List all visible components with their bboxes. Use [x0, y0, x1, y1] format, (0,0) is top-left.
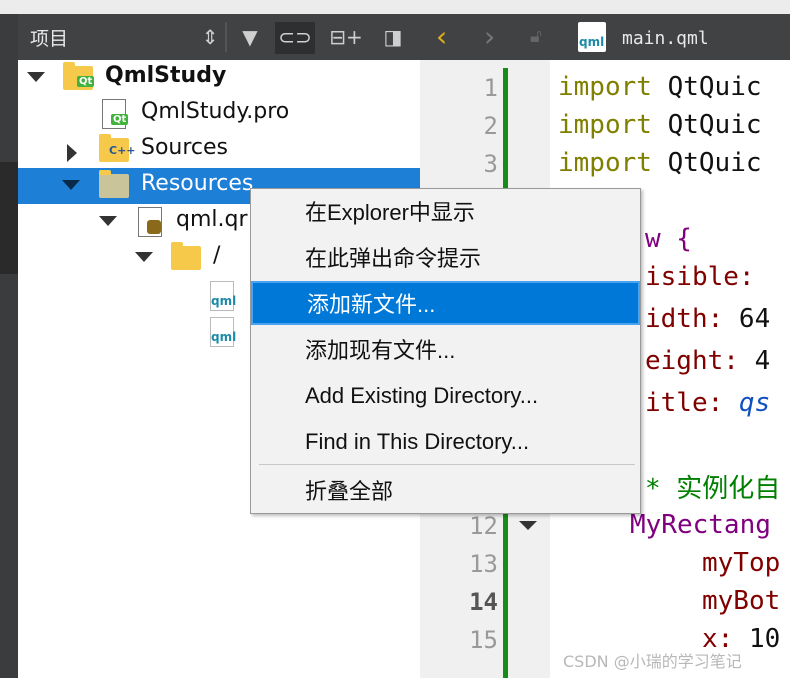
- expand-arrow-icon[interactable]: [99, 216, 117, 226]
- file-name[interactable]: main.qml: [622, 28, 709, 49]
- filter-icon[interactable]: ▼: [230, 22, 270, 54]
- divider: [225, 22, 227, 52]
- qt-project-folder-icon: Qt: [63, 62, 95, 90]
- expand-arrow-icon[interactable]: [27, 72, 45, 82]
- tree-item-label: qml.qr: [176, 207, 248, 232]
- line-number: 1: [483, 74, 498, 102]
- watermark: CSDN @小瑞的学习笔记: [563, 652, 742, 671]
- sort-updown-icon[interactable]: ⇕: [190, 22, 230, 54]
- menu-separator: [259, 464, 635, 465]
- expand-arrow-icon[interactable]: [62, 180, 80, 190]
- mode-sidebar-active[interactable]: [0, 162, 18, 274]
- qml-file-icon: qml: [578, 22, 606, 52]
- line-number: 2: [483, 112, 498, 140]
- code-line: import QtQuic: [558, 148, 762, 178]
- qrc-file-icon: [138, 207, 162, 237]
- menu-item-find-in-directory[interactable]: Find in This Directory...: [251, 420, 640, 464]
- context-menu: 在Explorer中显示 在此弹出命令提示 添加新文件... 添加现有文件...…: [250, 188, 641, 514]
- line-number-current: 14: [469, 588, 498, 616]
- mode-sidebar: [0, 14, 18, 678]
- code-line: MyRectang: [630, 510, 771, 540]
- menu-bar: [0, 0, 790, 14]
- menu-item-add-existing-files[interactable]: 添加现有文件...: [251, 329, 640, 373]
- menu-item-add-new-file[interactable]: 添加新文件...: [251, 281, 640, 325]
- tree-item-qmlstudy[interactable]: Qt QmlStudy: [18, 60, 420, 96]
- fold-arrow-icon[interactable]: [519, 521, 537, 530]
- line-number: 3: [483, 150, 498, 178]
- code-line: myTop: [702, 548, 781, 578]
- tree-item-label: QmlStudy: [105, 63, 227, 88]
- split-add-icon[interactable]: ⊟+: [326, 22, 366, 54]
- panel-title: 项目: [30, 28, 69, 50]
- line-number: 13: [469, 550, 498, 578]
- back-icon[interactable]: ‹: [436, 20, 447, 53]
- code-line: import QtQuic: [558, 110, 762, 140]
- code-line: itle: qs: [645, 388, 771, 418]
- collapse-arrow-icon[interactable]: [67, 144, 77, 162]
- qt-pro-file-icon: Qt: [102, 99, 129, 129]
- tree-item-pro[interactable]: Qt QmlStudy.pro: [18, 96, 420, 132]
- close-sidebar-icon[interactable]: ◨: [373, 22, 413, 54]
- code-line: import QtQuic: [558, 72, 762, 102]
- project-toolbar: 项目 ⇕ ▼ ⊂⊃ ⊟+ ◨: [18, 14, 420, 60]
- menu-item-add-existing-directory[interactable]: Add Existing Directory...: [251, 374, 640, 418]
- cpp-folder-icon: C++: [99, 134, 136, 162]
- tree-item-label: /: [213, 243, 221, 268]
- tree-item-label: QmlStudy.pro: [141, 99, 290, 124]
- editor-toolbar: ‹ › 🔓︎ qml main.qml: [420, 14, 790, 60]
- line-number: 12: [469, 512, 498, 540]
- folder-icon: [171, 242, 201, 270]
- code-line: myBot: [702, 586, 781, 616]
- code-line: isible:: [645, 262, 755, 292]
- resource-folder-icon: [99, 170, 129, 198]
- line-number: 15: [469, 626, 498, 654]
- code-line: * 实例化自: [645, 474, 781, 504]
- qml-file-icon: qml: [210, 317, 236, 347]
- menu-item-collapse-all[interactable]: 折叠全部: [251, 470, 640, 514]
- lock-icon[interactable]: 🔓︎: [530, 26, 542, 47]
- tree-item-label: Sources: [141, 135, 229, 160]
- menu-item-open-command-prompt[interactable]: 在此弹出命令提示: [251, 237, 640, 281]
- qml-file-icon: qml: [210, 281, 236, 311]
- code-line: eight: 4: [645, 346, 771, 376]
- menu-item-show-in-explorer[interactable]: 在Explorer中显示: [251, 191, 640, 235]
- code-line: w {: [645, 224, 692, 254]
- expand-arrow-icon[interactable]: [135, 252, 153, 262]
- link-icon[interactable]: ⊂⊃: [275, 22, 315, 54]
- tree-item-label: Resources: [141, 171, 254, 196]
- code-line: idth: 64: [645, 304, 771, 334]
- forward-icon[interactable]: ›: [484, 20, 495, 53]
- tree-item-sources[interactable]: C++ Sources: [18, 132, 420, 168]
